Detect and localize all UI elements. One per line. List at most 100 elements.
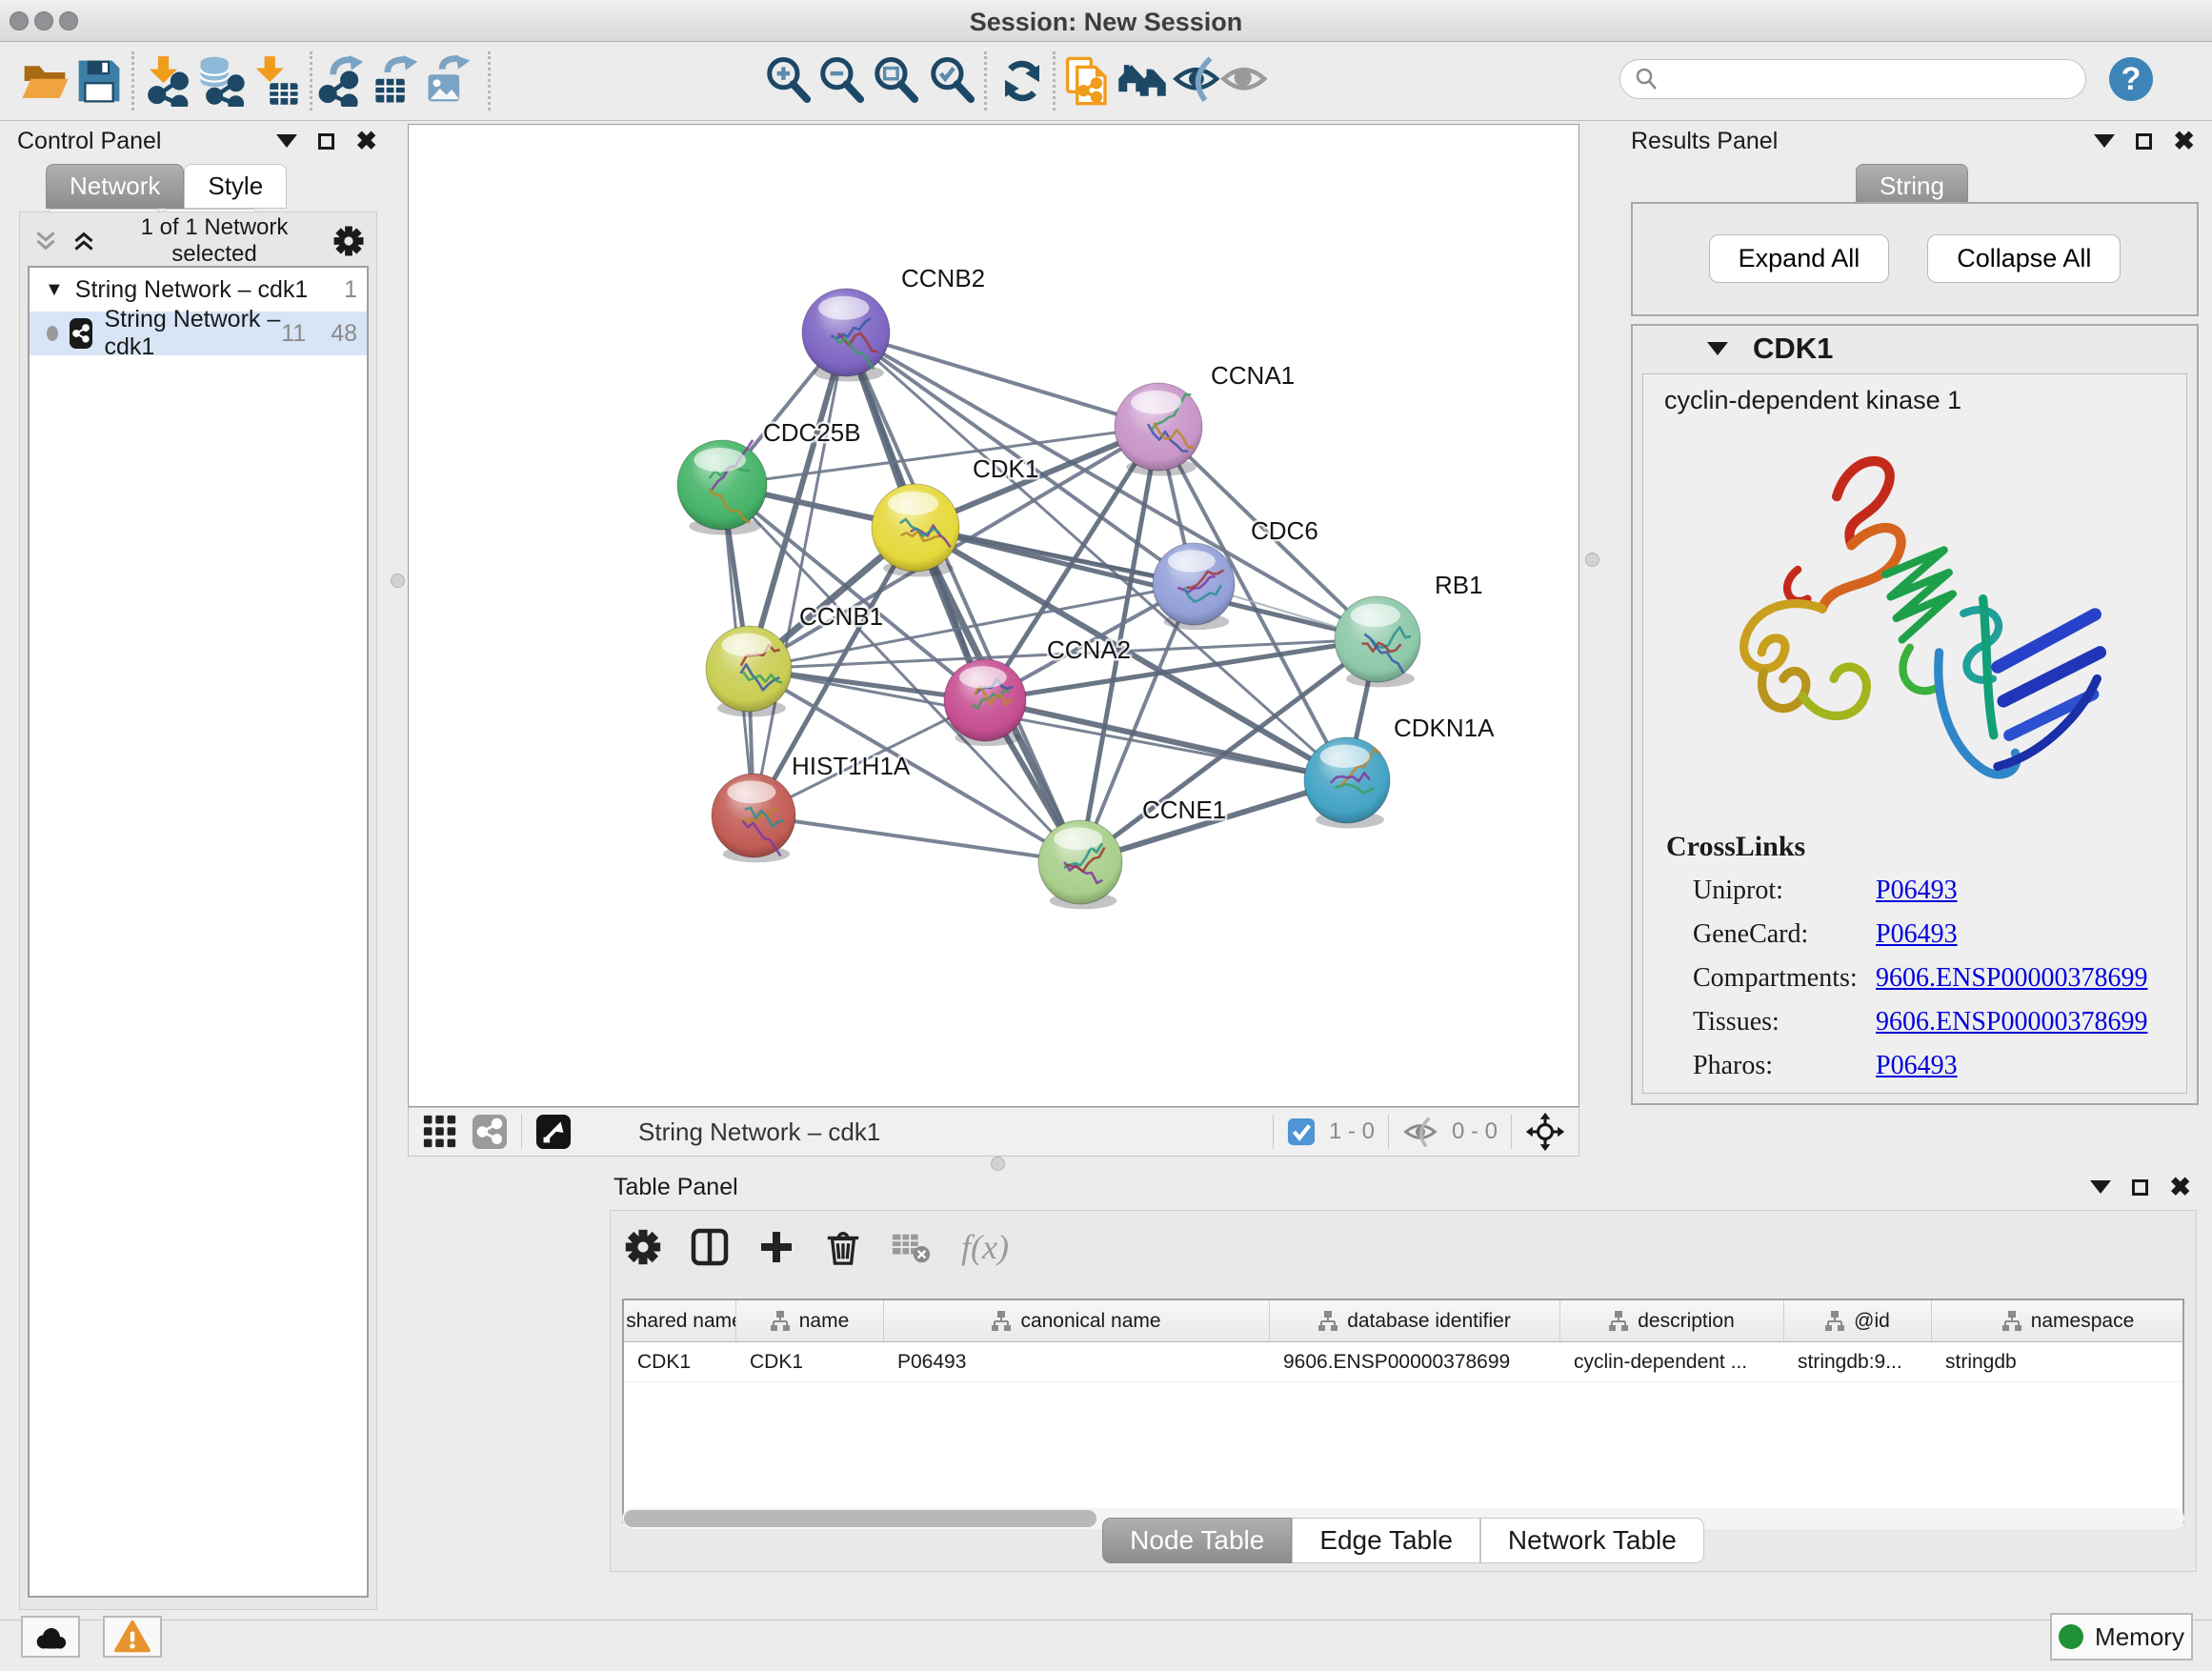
crosslink-link[interactable]: 9606.ENSP00000378699 (1876, 963, 2147, 994)
cloud-status-button[interactable] (21, 1616, 80, 1658)
close-panel-icon[interactable]: ✖ (2169, 1178, 2191, 1197)
table-cell[interactable]: CDK1 (736, 1342, 884, 1381)
zoom-out-icon[interactable] (816, 55, 868, 107)
column-header-shared-name[interactable]: shared name (624, 1300, 736, 1341)
table-row[interactable]: CDK1CDK1P064939606.ENSP00000378699cyclin… (624, 1342, 2182, 1382)
save-session-icon[interactable] (73, 55, 125, 107)
network-edge[interactable] (754, 815, 1080, 862)
network-edge[interactable] (846, 332, 1080, 862)
tab-node-table[interactable]: Node Table (1102, 1518, 1292, 1563)
panel-menu-icon[interactable] (276, 134, 297, 148)
network-node-CCNB1[interactable] (706, 626, 792, 716)
collapse-triangle-icon[interactable]: ▼ (45, 279, 64, 301)
selected-checkbox-icon[interactable] (1287, 1117, 1316, 1146)
network-node-CCNA1[interactable] (1115, 383, 1202, 476)
tab-network[interactable]: Network (46, 164, 184, 209)
expand-all-icon[interactable] (71, 231, 96, 252)
collapse-all-button[interactable]: Collapse All (1927, 234, 2121, 283)
right-splitter-handle[interactable] (1585, 553, 1599, 567)
crosslink-link[interactable]: P06493 (1876, 1051, 1958, 1081)
float-panel-icon[interactable] (2132, 1179, 2148, 1196)
crosslink-link[interactable]: 9606.ENSP00000378699 (1876, 1007, 2147, 1037)
export-network-icon[interactable] (318, 55, 370, 107)
search-field[interactable] (1619, 59, 2086, 99)
column-header-description[interactable]: description (1560, 1300, 1784, 1341)
collapse-section-icon[interactable] (1707, 342, 1728, 355)
tab-style[interactable]: Style (184, 164, 287, 209)
network-node-CDKN1A[interactable] (1304, 737, 1390, 828)
show-all-eye-icon[interactable] (1219, 55, 1271, 107)
crosslink-link[interactable]: P06493 (1876, 876, 1958, 906)
close-panel-icon[interactable]: ✖ (2173, 131, 2195, 151)
node-table: shared namenamecanonical namedatabase id… (622, 1299, 2184, 1523)
table-options-gear-icon[interactable] (624, 1228, 662, 1266)
network-canvas[interactable]: CCNB2CCNA1CDC25BCDK1CDC6RB1CCNB1CCNA2CDK… (408, 124, 1579, 1107)
column-header-namespace[interactable]: namespace (1932, 1300, 2184, 1341)
table-cell[interactable]: CDK1 (624, 1342, 736, 1381)
table-cell[interactable]: stringdb:9... (1784, 1342, 1932, 1381)
import-network-file-icon[interactable] (142, 55, 193, 107)
column-header--id[interactable]: @id (1784, 1300, 1932, 1341)
warnings-button[interactable] (103, 1616, 162, 1658)
crosslink-link[interactable]: P06493 (1876, 919, 1958, 950)
column-header-canonical-name[interactable]: canonical name (884, 1300, 1270, 1341)
expand-all-button[interactable]: Expand All (1709, 234, 1890, 283)
zoom-fit-icon[interactable] (871, 55, 922, 107)
table-cell[interactable]: 9606.ENSP00000378699 (1270, 1342, 1560, 1381)
attribute-type-icon (1609, 1311, 1628, 1331)
search-input[interactable] (1659, 65, 2085, 93)
delete-column-trash-icon[interactable] (824, 1228, 862, 1266)
zoom-in-icon[interactable] (763, 55, 814, 107)
help-button[interactable]: ? (2109, 57, 2153, 101)
close-panel-icon[interactable]: ✖ (355, 131, 377, 151)
clone-network-icon[interactable] (1062, 55, 1114, 107)
export-image-icon[interactable] (424, 55, 475, 107)
refresh-view-icon[interactable] (996, 55, 1048, 107)
float-panel-icon[interactable] (2136, 133, 2152, 150)
grid-view-icon[interactable] (422, 1114, 458, 1150)
network-node-HIST1H1A[interactable] (712, 774, 795, 862)
zoom-selected-icon[interactable] (927, 55, 978, 107)
memory-button[interactable]: Memory (2050, 1613, 2193, 1661)
network-row-selected[interactable]: String Network – cdk1 11 48 (30, 312, 367, 355)
hide-selected-eye-slash-icon[interactable] (1172, 55, 1223, 107)
tab-edge-table[interactable]: Edge Table (1292, 1518, 1480, 1563)
hidden-eye-slash-icon[interactable] (1402, 1116, 1438, 1148)
create-column-plus-icon[interactable] (757, 1228, 795, 1266)
network-node-CCNE1[interactable] (1038, 820, 1122, 909)
network-node-CDC25B[interactable] (677, 440, 767, 535)
crosslinks-title: CrossLinks (1666, 831, 2186, 863)
column-header-name[interactable]: name (736, 1300, 884, 1341)
delete-table-icon-disabled (891, 1228, 933, 1266)
bottom-splitter-handle[interactable] (991, 1157, 1005, 1171)
string-home-icon[interactable] (1116, 55, 1168, 107)
open-file-icon[interactable] (19, 55, 70, 107)
network-graph[interactable]: CCNB2CCNA1CDC25BCDK1CDC6RB1CCNB1CCNA2CDK… (409, 125, 1579, 1106)
tab-network-table[interactable]: Network Table (1480, 1518, 1704, 1563)
left-splitter-handle[interactable] (391, 574, 405, 588)
node-label-CCNB2: CCNB2 (901, 264, 985, 292)
column-header-database-identifier[interactable]: database identifier (1270, 1300, 1560, 1341)
table-cell[interactable]: cyclin-dependent ... (1560, 1342, 1784, 1381)
pan-crosshair-icon[interactable] (1525, 1112, 1565, 1152)
network-edge[interactable] (846, 332, 1158, 427)
float-panel-icon[interactable] (318, 133, 334, 150)
network-node-CDK1[interactable] (872, 484, 959, 577)
panel-menu-icon[interactable] (2094, 134, 2115, 148)
node-label-CDK1: CDK1 (973, 454, 1038, 483)
export-table-icon[interactable] (372, 55, 424, 107)
collapse-all-icon[interactable] (33, 231, 58, 252)
table-container: f(x) shared namenamecanonical namedataba… (610, 1210, 2197, 1572)
network-options-gear-icon[interactable] (332, 225, 365, 257)
memory-status-dot (2059, 1624, 2083, 1649)
birds-eye-view-icon[interactable] (535, 1114, 572, 1150)
table-cell[interactable]: stringdb (1932, 1342, 2184, 1381)
import-table-file-icon[interactable] (251, 55, 302, 107)
network-view-mode-icon[interactable] (472, 1114, 508, 1150)
show-columns-icon[interactable] (691, 1228, 729, 1266)
import-network-database-icon[interactable] (196, 55, 248, 107)
attribute-type-icon (771, 1311, 790, 1331)
panel-menu-icon[interactable] (2090, 1180, 2111, 1194)
network-node-RB1[interactable] (1335, 596, 1420, 687)
table-cell[interactable]: P06493 (884, 1342, 1270, 1381)
